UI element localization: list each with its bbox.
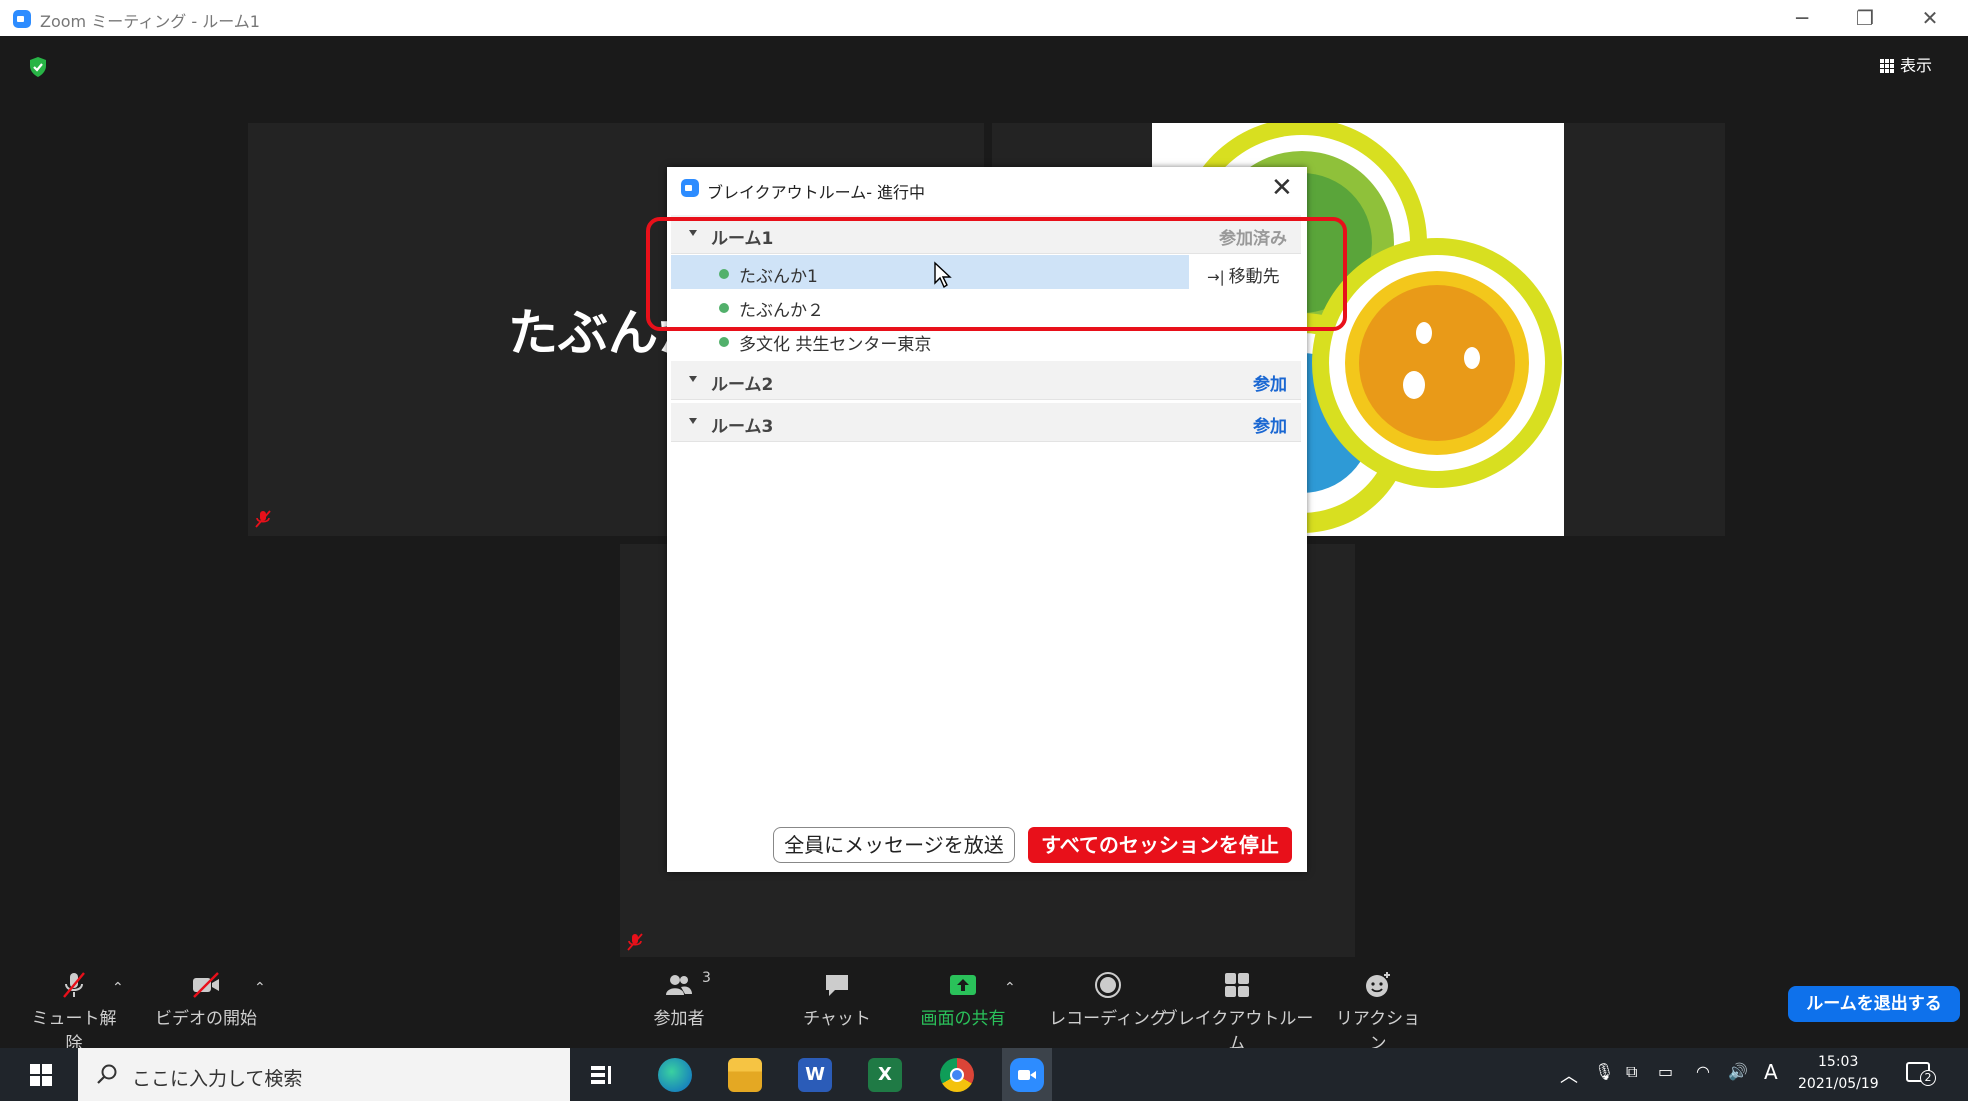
record-icon	[1095, 972, 1121, 998]
battery-tray-icon[interactable]: ▭	[1658, 1062, 1673, 1081]
expand-caret-icon[interactable]	[689, 418, 697, 424]
task-view-icon[interactable]	[590, 1064, 614, 1086]
video-options-chevron-icon[interactable]: ⌃	[254, 980, 266, 996]
chat-bubble-icon	[826, 975, 848, 996]
muted-mic-icon	[255, 510, 271, 528]
clock-time[interactable]: 15:03	[1818, 1054, 1858, 1070]
chat-button[interactable]: チャット	[792, 970, 882, 1029]
participants-count: 3	[702, 970, 711, 986]
dialog-title: ブレイクアウトルーム- 進行中	[707, 183, 926, 202]
stop-all-sessions-button[interactable]: すべてのセッションを停止	[1028, 827, 1292, 863]
muted-mic-icon	[627, 933, 643, 951]
status-dot-icon	[719, 337, 729, 347]
annotation-highlight-box	[646, 217, 1347, 331]
recording-label: レコーディング	[1049, 1009, 1167, 1029]
restore-button[interactable]: ❐	[1845, 4, 1885, 32]
breakout-rooms-button[interactable]: ブレイクアウトルーム	[1158, 970, 1316, 1054]
close-window-button[interactable]: ✕	[1910, 4, 1950, 32]
share-screen-label: 画面の共有	[920, 1009, 1006, 1029]
participant-name: 多文化 共生センター東京	[739, 335, 932, 355]
recording-button[interactable]: レコーディング	[1038, 970, 1178, 1029]
dialog-close-icon[interactable]: ✕	[1271, 173, 1293, 203]
device-tray-icon[interactable]: ⧉	[1626, 1062, 1637, 1082]
clock-date[interactable]: 2021/05/19	[1798, 1076, 1879, 1092]
expand-caret-icon[interactable]	[689, 376, 697, 382]
leave-room-button[interactable]: ルームを退出する	[1788, 986, 1960, 1022]
join-room-button[interactable]: 参加	[1253, 370, 1287, 395]
view-button[interactable]: 表示	[1880, 52, 1932, 76]
wifi-tray-icon[interactable]: ◠	[1696, 1062, 1710, 1081]
audio-options-chevron-icon[interactable]: ⌃	[112, 980, 124, 996]
room-row-3[interactable]: ルーム3 参加	[671, 403, 1301, 442]
notification-center-icon[interactable]: 2	[1906, 1062, 1936, 1086]
zoom-app-icon	[13, 10, 31, 28]
window-title: Zoom ミーティング - ルーム1	[40, 12, 260, 31]
window-titlebar: Zoom ミーティング - ルーム1 ─ ❐ ✕	[0, 0, 1968, 36]
chat-label: チャット	[803, 1009, 871, 1029]
zoom-app-icon	[681, 179, 699, 197]
search-icon	[97, 1064, 117, 1084]
excel-app-icon[interactable]: X	[868, 1058, 902, 1092]
chrome-browser-icon[interactable]	[940, 1058, 974, 1092]
microphone-tray-icon[interactable]: 🎙	[1594, 1062, 1614, 1081]
volume-tray-icon[interactable]: 🔊	[1728, 1062, 1748, 1081]
taskbar-search-box[interactable]: ここに入力して検索	[78, 1048, 570, 1101]
room-name: ルーム2	[711, 375, 774, 395]
meeting-toolbar: ミュート解除 ⌃ ビデオの開始 ⌃ 参加者 3 チャット 画面の共有 ⌃ レコー…	[8, 966, 1960, 1054]
video-off-icon	[193, 972, 219, 998]
participants-label: 参加者	[653, 1009, 705, 1029]
notification-count: 2	[1920, 1070, 1936, 1086]
broadcast-message-button[interactable]: 全員にメッセージを放送	[773, 827, 1015, 863]
muted-mic-icon	[63, 972, 85, 998]
participants-icon	[666, 975, 692, 995]
room-name: ルーム3	[711, 417, 774, 437]
windows-taskbar: ここに入力して検索 W X ︿ 🎙 ⧉ ▭ ◠ 🔊 A 15:03 2021/0…	[0, 1048, 1968, 1101]
file-explorer-icon[interactable]	[728, 1058, 762, 1092]
share-options-chevron-icon[interactable]: ⌃	[1004, 980, 1016, 996]
share-screen-icon	[950, 975, 976, 995]
participants-button[interactable]: 参加者 3	[634, 970, 724, 1029]
breakout-grid-icon	[1225, 973, 1249, 997]
zoom-app-icon[interactable]	[1010, 1058, 1044, 1092]
share-screen-button[interactable]: 画面の共有	[908, 970, 1018, 1029]
grid-icon	[1880, 59, 1894, 73]
start-video-label: ビデオの開始	[155, 1009, 257, 1029]
join-room-button[interactable]: 参加	[1253, 412, 1287, 437]
edge-browser-icon[interactable]	[658, 1058, 692, 1092]
start-video-button[interactable]: ビデオの開始	[148, 970, 264, 1029]
ime-indicator[interactable]: A	[1764, 1060, 1778, 1084]
dialog-header: ブレイクアウトルーム- 進行中 ✕	[667, 167, 1307, 211]
security-shield-icon[interactable]	[28, 56, 48, 78]
room-row-2[interactable]: ルーム2 参加	[671, 361, 1301, 400]
emoji-add-icon	[1366, 972, 1390, 997]
minimize-button[interactable]: ─	[1782, 4, 1822, 32]
view-button-label: 表示	[1900, 56, 1933, 75]
tray-overflow-chevron-icon[interactable]: ︿	[1560, 1062, 1578, 1088]
word-app-icon[interactable]: W	[798, 1058, 832, 1092]
unmute-button[interactable]: ミュート解除	[26, 970, 122, 1054]
windows-start-icon[interactable]	[30, 1064, 52, 1086]
reaction-button[interactable]: リアクション	[1328, 970, 1428, 1054]
search-placeholder: ここに入力して検索	[132, 1068, 303, 1090]
